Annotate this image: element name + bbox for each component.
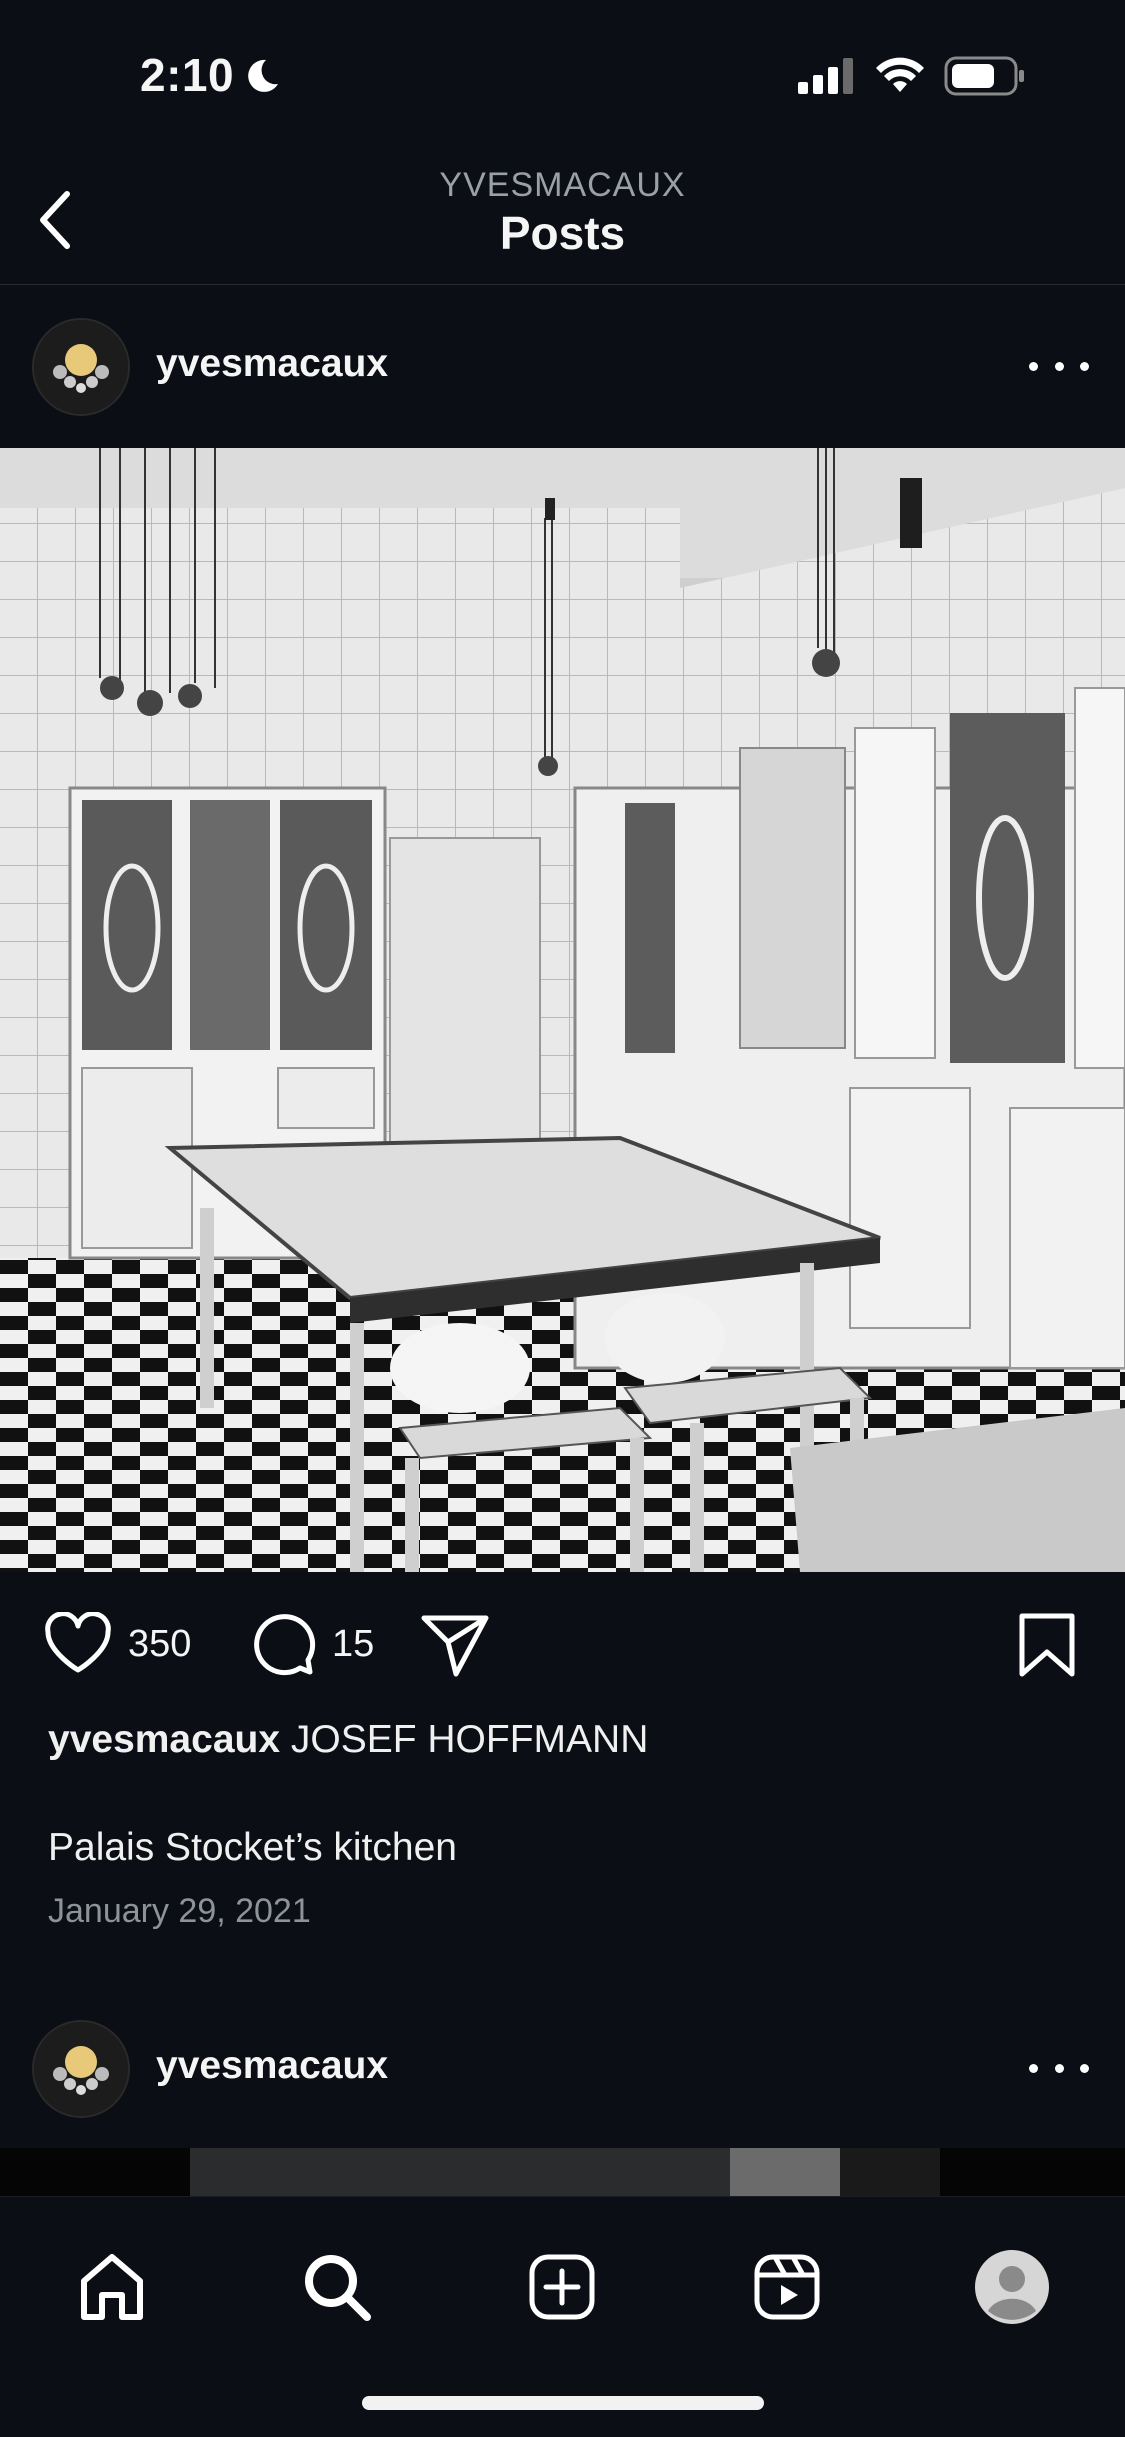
battery-icon <box>944 56 1026 101</box>
more-dot <box>1029 361 1038 371</box>
caption-username[interactable]: yvesmacaux <box>48 1718 280 1761</box>
comment-button[interactable]: 15 <box>250 1610 374 1678</box>
tab-home[interactable] <box>62 2237 162 2337</box>
page-title: Posts <box>499 207 626 259</box>
post-image[interactable] <box>0 448 1125 1572</box>
wifi-icon <box>874 56 926 99</box>
tab-profile[interactable] <box>962 2237 1062 2337</box>
avatar[interactable] <box>32 318 130 416</box>
more-options-button[interactable] <box>1029 2048 1089 2088</box>
more-dot <box>1054 361 1064 371</box>
home-icon <box>81 2254 143 2320</box>
share-button[interactable] <box>420 1612 490 1678</box>
more-dot <box>1054 2063 1064 2073</box>
heart-icon <box>45 1612 111 1673</box>
caption-title: JOSEF HOFFMANN <box>290 1718 649 1761</box>
caption: yvesmacaux JOSEF HOFFMANN <box>48 1718 648 1762</box>
search-icon <box>305 2255 371 2321</box>
more-dot <box>1029 2063 1038 2073</box>
profile-avatar-icon <box>975 2250 1049 2324</box>
like-button[interactable]: 350 <box>42 1612 191 1676</box>
like-count[interactable]: 350 <box>128 1623 191 1666</box>
next-post-username[interactable]: yvesmacaux <box>156 2044 388 2088</box>
next-post-image[interactable] <box>0 2148 1125 2196</box>
cellular-signal-icon <box>798 58 856 99</box>
home-indicator <box>362 2396 764 2410</box>
tab-reels[interactable] <box>737 2237 837 2337</box>
bookmark-icon <box>1019 1613 1075 1677</box>
plus-square-icon <box>529 2254 595 2320</box>
reels-icon <box>754 2254 820 2320</box>
comment-icon <box>254 1614 316 1676</box>
more-dot <box>1080 2063 1089 2073</box>
caption-text: Palais Stocket’s kitchen <box>48 1826 457 1869</box>
tab-create[interactable] <box>512 2237 612 2337</box>
more-dot <box>1080 361 1089 371</box>
header-divider <box>0 284 1125 285</box>
post-date: January 29, 2021 <box>48 1892 311 1930</box>
moon-icon <box>240 56 280 101</box>
save-button[interactable] <box>1018 1612 1076 1678</box>
more-options-button[interactable] <box>1029 346 1089 386</box>
status-time: 2:10 <box>140 49 235 101</box>
avatar[interactable] <box>32 2020 130 2118</box>
tab-search[interactable] <box>287 2237 387 2337</box>
comment-count[interactable]: 15 <box>332 1623 374 1666</box>
account-name: YVESMACAUX <box>439 166 686 204</box>
send-icon <box>421 1615 489 1677</box>
post-username[interactable]: yvesmacaux <box>156 342 388 386</box>
